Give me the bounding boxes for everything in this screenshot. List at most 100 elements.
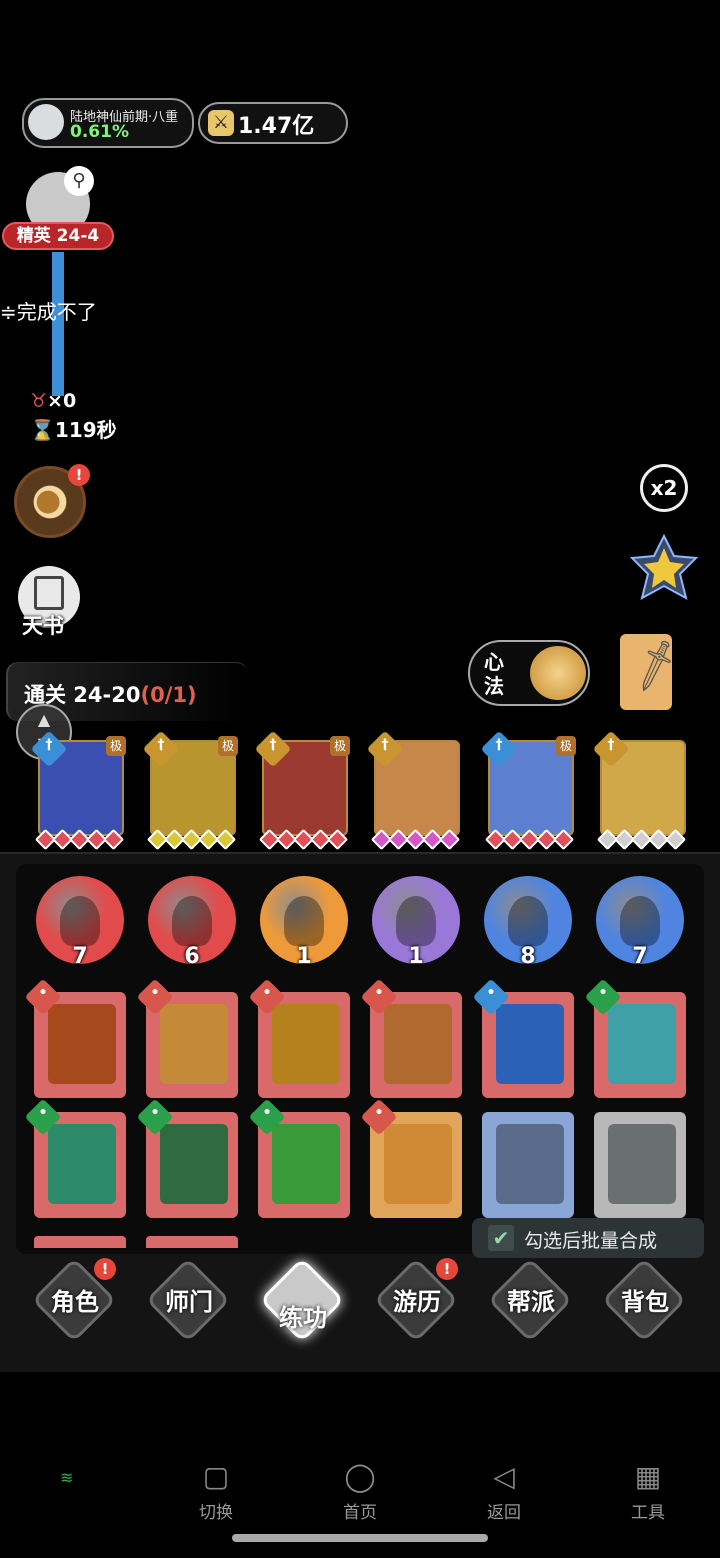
equipped-skill-card[interactable]: † 极: [142, 730, 238, 851]
equipped-skill-card[interactable]: † 极: [30, 730, 126, 851]
element-glyph: •: [150, 1105, 160, 1121]
elite-stage-label[interactable]: 精英 24-4: [2, 222, 114, 250]
skill-orb[interactable]: 1: [372, 876, 460, 969]
quest-text: ≑完成不了: [0, 300, 97, 324]
star-gems: [370, 828, 462, 851]
skill-book[interactable]: •: [360, 978, 462, 1104]
element-glyph: †: [381, 737, 389, 753]
skill-orb[interactable]: 7: [596, 876, 684, 969]
equipped-skill-card[interactable]: †: [366, 730, 462, 851]
money-bag-icon: ●: [35, 483, 62, 518]
batch-merge-label: 勾选后批量合成: [524, 1230, 658, 1252]
star-gems: [34, 828, 126, 851]
skill-orb[interactable]: 6: [148, 876, 236, 969]
equipped-skill-card[interactable]: †: [592, 730, 688, 851]
skill-art: [272, 1124, 340, 1204]
xinfa-orb-icon: [530, 646, 586, 700]
skill-orb[interactable]: 8: [484, 876, 572, 969]
search-icon[interactable]: ⚲: [64, 166, 94, 196]
skill-book[interactable]: •: [136, 1098, 238, 1224]
skill-book[interactable]: •: [24, 1098, 126, 1224]
nav-tab-label: 游历: [393, 1288, 441, 1316]
rarity-tag: 极: [218, 736, 238, 756]
skill-orb[interactable]: 1: [260, 876, 348, 969]
checkbox-checked-icon[interactable]: ✔: [488, 1225, 514, 1251]
stage-clear-count: (0/1): [140, 683, 197, 707]
avatar: [28, 104, 64, 140]
orb-count: 8: [520, 944, 536, 969]
rarity-tag: 极: [106, 736, 126, 756]
skill-book[interactable]: [594, 1112, 686, 1224]
skill-art: [496, 1124, 564, 1204]
element-glyph: †: [157, 737, 165, 753]
rarity-tag: 极: [556, 736, 576, 756]
xinfa-label: 心法: [484, 650, 504, 698]
silhouette-icon: [60, 896, 100, 946]
gem-icon: [552, 828, 575, 851]
star-gems: [596, 828, 688, 851]
stage-timer: ⌛119秒: [30, 414, 117, 443]
skill-book[interactable]: •: [136, 978, 238, 1104]
skill-book-partial[interactable]: [34, 1236, 126, 1248]
skill-art: [384, 1124, 452, 1204]
nav-tab[interactable]: 帮派: [487, 1257, 574, 1344]
skill-book[interactable]: [482, 1112, 574, 1224]
demon-icon: ♉: [30, 390, 48, 412]
star-gems: [146, 828, 238, 851]
heavenly-book-label: 天书: [22, 614, 64, 638]
nav-tab[interactable]: 师门: [145, 1257, 232, 1344]
xinfa-button[interactable]: 心法: [468, 640, 590, 706]
nav-tab-label: 角色: [51, 1288, 99, 1316]
combat-power[interactable]: ⚔ 1.47亿: [198, 102, 348, 144]
grid-icon: ▦: [634, 1460, 662, 1493]
element-glyph: †: [45, 737, 53, 753]
element-glyph: •: [262, 1105, 272, 1121]
skill-book[interactable]: •: [24, 978, 126, 1104]
skill-book[interactable]: •: [248, 978, 350, 1104]
skill-book[interactable]: •: [472, 978, 574, 1104]
circle-icon: ◯: [344, 1460, 376, 1493]
silhouette-icon: [620, 896, 660, 946]
element-glyph: •: [374, 1105, 384, 1121]
nav-tab[interactable]: 练功: [259, 1257, 346, 1344]
notification-badge: !: [68, 464, 90, 486]
system-nav-切换[interactable]: ▢ 切换: [176, 1456, 256, 1536]
equipped-skill-card[interactable]: † 极: [480, 730, 576, 851]
kill-count: ×0: [47, 390, 77, 412]
skill-art: [608, 1124, 676, 1204]
element-glyph: †: [607, 737, 615, 753]
speed-toggle-button[interactable]: x2: [640, 464, 688, 512]
realm-status[interactable]: 陆地神仙前期·八重 0.61%: [22, 98, 194, 148]
triangle-back-icon: ◁: [493, 1460, 515, 1493]
nav-tab[interactable]: 角色!: [31, 1257, 118, 1344]
system-nav-返回[interactable]: ◁ 返回: [464, 1456, 544, 1536]
silhouette-icon: [508, 896, 548, 946]
combat-power-value: 1.47亿: [238, 114, 315, 139]
element-glyph: •: [598, 985, 608, 1001]
nav-tab-label: 师门: [165, 1288, 213, 1316]
skill-art: [160, 1004, 228, 1084]
system-nav-label: 首页: [343, 1503, 377, 1523]
nav-tab[interactable]: 游历!: [373, 1257, 460, 1344]
skill-book-partial[interactable]: [146, 1236, 238, 1248]
system-nav-首页[interactable]: ◯ 首页: [320, 1456, 400, 1536]
system-nav-工具[interactable]: ▦ 工具: [608, 1456, 688, 1536]
nav-tab[interactable]: 背包: [601, 1257, 688, 1344]
star-emblem-icon[interactable]: [630, 534, 698, 602]
nav-tab-label: 帮派: [507, 1288, 555, 1316]
skill-book[interactable]: •: [584, 978, 686, 1104]
home-indicator[interactable]: [232, 1534, 488, 1542]
timer-value: 119秒: [54, 418, 117, 442]
skill-art: [48, 1004, 116, 1084]
skill-art: [160, 1124, 228, 1204]
skill-book[interactable]: •: [248, 1098, 350, 1224]
equipped-skill-card[interactable]: † 极: [254, 730, 350, 851]
skill-book[interactable]: •: [360, 1098, 462, 1224]
system-nav-label: 切换: [199, 1503, 233, 1523]
silhouette-icon: [396, 896, 436, 946]
element-glyph: •: [150, 985, 160, 1001]
element-glyph: •: [38, 1105, 48, 1121]
weapon-slot[interactable]: 🗡: [620, 634, 687, 710]
skill-orb[interactable]: 7: [36, 876, 124, 969]
batch-merge-toggle[interactable]: ✔ 勾选后批量合成: [472, 1218, 704, 1258]
